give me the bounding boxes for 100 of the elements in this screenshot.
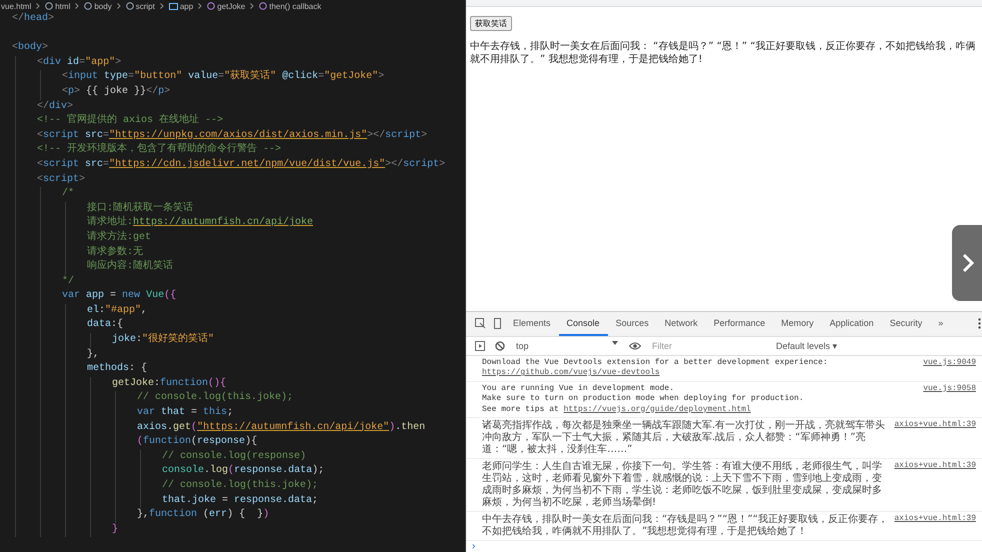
code-token: id xyxy=(66,56,80,68)
devtools-tab[interactable]: Console xyxy=(558,312,608,336)
code-token: app xyxy=(85,290,104,302)
code-token: ( xyxy=(228,465,234,476)
url-link[interactable]: https://github.com/vuejs/vue-devtools xyxy=(482,368,660,377)
source-link[interactable]: axios+vue.html:39 xyxy=(894,420,976,430)
chevron-right-icon xyxy=(198,3,202,9)
code-comment: */ xyxy=(62,276,74,287)
code-token: getJoke xyxy=(112,378,154,389)
console-prompt[interactable]: › xyxy=(466,541,982,552)
devtools-tab[interactable]: Application xyxy=(822,312,882,336)
code-token: src xyxy=(84,130,104,141)
devtools-tab[interactable]: Elements xyxy=(505,312,559,336)
code-token: ) { } xyxy=(227,509,264,520)
code-token: } xyxy=(112,524,118,535)
message-text: Download the Vue Devtools extension for a better development experience: xyxy=(482,358,829,368)
code-comment: // console.log(this.joke); xyxy=(137,392,294,404)
source-link[interactable]: axios+vue.html:39 xyxy=(894,461,976,472)
eye-icon[interactable] xyxy=(626,342,644,350)
breadcrumb-item[interactable]: script xyxy=(136,2,155,10)
source-link[interactable]: vue.js:9049 xyxy=(923,358,976,368)
code-token: < xyxy=(37,130,44,141)
code-token: > xyxy=(164,86,170,97)
levels-dropdown[interactable]: Default levels ▾ xyxy=(776,340,838,350)
devtools-tab[interactable]: Sources xyxy=(608,312,657,336)
code-token: console xyxy=(162,465,204,476)
code-comment: 接口:随机获取一条笑话 xyxy=(87,202,194,214)
code-token: ( xyxy=(191,436,198,448)
context-select[interactable]: top xyxy=(512,340,622,350)
code-comment: // console.log(this.joke); xyxy=(162,480,318,491)
code-token: < xyxy=(37,158,44,170)
breadcrumb-item[interactable]: vue.html xyxy=(1,2,32,10)
code-comment: <!-- 官网提供的 axios 在线地址 --> xyxy=(37,115,224,126)
devtools-tab[interactable]: Network xyxy=(656,312,706,336)
message-text: Make sure to turn on production mode when deploying for production. xyxy=(482,394,805,404)
code-token: : xyxy=(99,304,106,316)
element-icon xyxy=(45,2,54,10)
code-comment: 请求方法:get xyxy=(87,232,152,243)
chevron-right-icon xyxy=(75,3,80,9)
code-token: ></ xyxy=(385,158,404,170)
get-joke-button[interactable]: 获取笑话 xyxy=(470,16,512,31)
code-token: script xyxy=(385,130,422,141)
code-token: joke xyxy=(112,334,136,346)
breadcrumb-item[interactable]: getJoke xyxy=(217,2,246,10)
code-token: > xyxy=(421,130,428,141)
code-token: "很好笑的笑话" xyxy=(142,334,214,346)
code-token: "button" xyxy=(134,71,182,82)
code-token: : { xyxy=(129,363,148,374)
code-token: ({ xyxy=(164,290,176,302)
breadcrumb-item[interactable]: body xyxy=(94,2,112,10)
code-token: = xyxy=(103,158,110,170)
code-token: = xyxy=(103,130,110,141)
code-token: > xyxy=(48,13,54,24)
code-token: that.joke xyxy=(162,494,216,506)
code-token: that xyxy=(160,407,186,418)
devtools-tab[interactable]: Security xyxy=(882,312,930,336)
code-token: < xyxy=(62,71,68,82)
breadcrumb-item[interactable]: app xyxy=(180,2,194,10)
source-link[interactable]: vue.js:9058 xyxy=(923,384,976,394)
code-token: : xyxy=(154,378,160,389)
code-token: script xyxy=(403,158,440,170)
code-token: "获取笑话" xyxy=(224,71,276,82)
code-token: = xyxy=(318,71,324,82)
devtools-tab[interactable]: Memory xyxy=(773,312,822,336)
code-token: = xyxy=(79,56,86,68)
code-token: script xyxy=(43,174,80,185)
code-token: ) xyxy=(263,509,270,520)
message-text: 诸葛亮指挥作战，每次都是独乘坐一辆战车跟随大军.有一次打仗，刚一开战，亮就驾车带头冲向敌方，军队一下士气大振，紧随其后，大破敌军.战后，众人都赞：“军师神勇！”亮道：“嗯，被太抖，没刹住车……” xyxy=(482,420,886,456)
code-token: response.data xyxy=(234,465,312,476)
devtools-tab[interactable]: Performance xyxy=(706,312,774,336)
breadcrumb-item[interactable]: html xyxy=(55,2,70,10)
element-icon xyxy=(84,2,92,10)
chevron-right-icon xyxy=(116,3,121,9)
code-token: div xyxy=(43,56,62,68)
message-text: 老师问学生：人生自古谁无屎，你接下一句。学生答：有谁大便不用纸，老师很生气，叫学生罚站，这时，老师看见窗外下着雪，就感慨的说：上天下雪不下雨，雪到地上变成雨，变成雨时多麻烦，为何当初不下雨，学生说：老师吃饭不吃屎，饭到肚里变成屎，变成屎时多麻烦，为何当初不吃屎，老师当场晕倒! xyxy=(482,461,883,509)
next-button[interactable] xyxy=(952,224,982,301)
more-tabs[interactable]: » xyxy=(930,312,952,336)
caret-icon xyxy=(612,340,618,344)
sidebar-icon[interactable] xyxy=(472,340,488,350)
code-token: data xyxy=(87,319,112,330)
code-token: then xyxy=(401,422,426,433)
code-token: . xyxy=(204,465,210,476)
code-token: }, xyxy=(137,509,150,520)
url-link[interactable]: https://vuejs.org/guide/deployment.html xyxy=(564,404,751,414)
code-comment: // console.log(response) xyxy=(162,450,306,462)
message-text: You are running Vue in development mode. xyxy=(482,384,676,394)
source-link[interactable]: axios+vue.html:39 xyxy=(894,514,976,524)
code-token: > xyxy=(42,42,48,54)
code-token: response.data xyxy=(234,494,312,506)
code-token: < xyxy=(37,56,44,68)
code-token: ></ xyxy=(367,130,386,141)
code-token: > xyxy=(67,100,74,112)
code-token: ; xyxy=(312,494,318,506)
breadcrumb-item[interactable]: then() callback xyxy=(269,2,322,10)
code-token: < xyxy=(12,42,18,54)
code-token: axios xyxy=(137,422,168,433)
code-token: {{ joke }} xyxy=(85,86,146,97)
element-icon xyxy=(126,2,134,10)
code-token: < xyxy=(37,174,44,185)
variable-icon xyxy=(168,2,178,10)
